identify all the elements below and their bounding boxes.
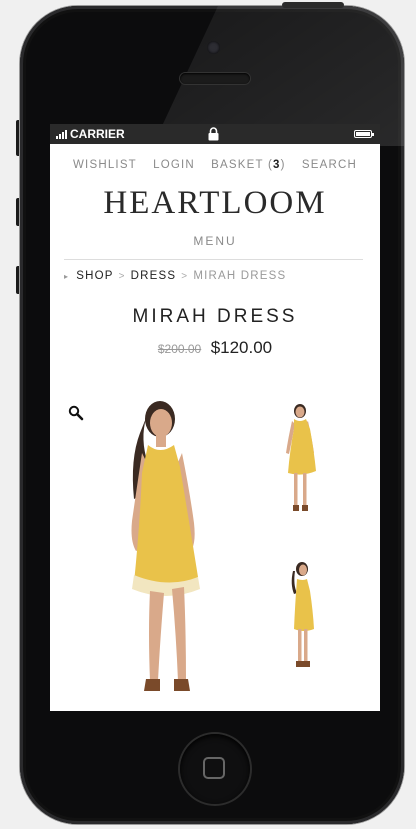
breadcrumb-arrow-icon: ▸ — [64, 271, 70, 281]
login-link[interactable]: LOGIN — [153, 159, 195, 171]
product-price: $200.00 $120.00 — [50, 338, 380, 358]
signal-icon — [56, 129, 67, 139]
main-product-image[interactable] — [100, 395, 220, 711]
search-link[interactable]: SEARCH — [302, 159, 357, 171]
earpiece-speaker — [180, 73, 250, 84]
power-button[interactable] — [282, 2, 344, 8]
magnifier-icon[interactable] — [68, 405, 84, 421]
carrier-label: CARRIER — [70, 127, 125, 141]
home-button-icon — [203, 757, 225, 779]
original-price: $200.00 — [157, 342, 202, 356]
basket-label: BASKET — [211, 159, 264, 171]
breadcrumb-separator: > — [181, 270, 189, 282]
brand-logo[interactable]: HEARTLOOM — [50, 185, 380, 222]
status-bar: CARRIER — [50, 124, 380, 144]
phone-screen: CARRIER WISHLIST LOGIN BASKET (3) SEARCH… — [50, 124, 380, 711]
breadcrumb-current: MIRAH DRESS — [193, 270, 287, 282]
battery-icon — [354, 130, 374, 138]
breadcrumb: ▸ SHOP > DRESS > MIRAH DRESS — [64, 268, 380, 284]
sale-price: $120.00 — [210, 338, 273, 357]
top-nav: WISHLIST LOGIN BASKET (3) SEARCH — [50, 159, 380, 171]
product-gallery — [50, 389, 380, 711]
divider — [64, 259, 363, 260]
breadcrumb-separator: > — [118, 270, 126, 282]
thumbnail-image[interactable] — [282, 559, 322, 681]
basket-link[interactable]: BASKET (3) — [211, 159, 285, 171]
product-title: MIRAH DRESS — [132, 306, 298, 327]
wishlist-link[interactable]: WISHLIST — [73, 159, 137, 171]
thumbnail-image[interactable] — [278, 401, 322, 523]
lock-icon — [208, 127, 219, 141]
front-camera — [207, 41, 220, 54]
home-button[interactable] — [180, 734, 250, 804]
menu-button[interactable]: MENU — [50, 234, 380, 248]
breadcrumb-shop[interactable]: SHOP — [76, 270, 113, 282]
basket-count: 3 — [272, 159, 281, 171]
breadcrumb-dress[interactable]: DRESS — [131, 270, 177, 282]
basket-close-paren: ) — [280, 159, 286, 171]
